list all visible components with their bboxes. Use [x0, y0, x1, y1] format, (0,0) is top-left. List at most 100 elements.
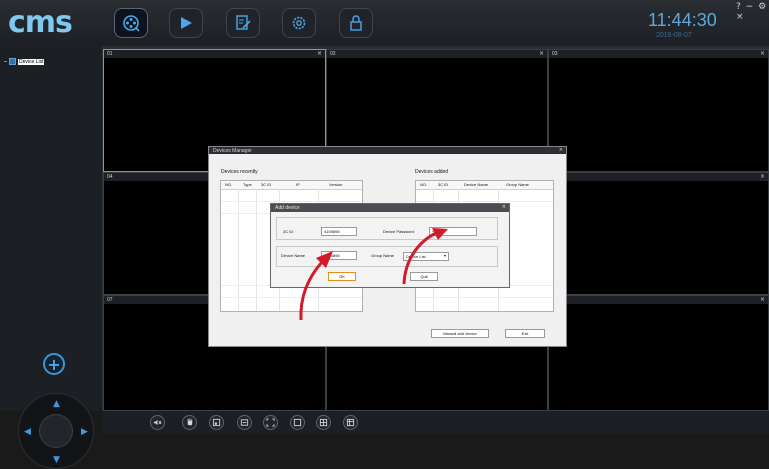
snapshot-icon [212, 418, 221, 427]
cell-number: 02 [330, 51, 336, 57]
table-header: NO. Type 3C ID IP Version [221, 181, 362, 190]
hand-icon [187, 418, 193, 426]
dialog-title-bar: Add device × [271, 204, 509, 212]
camera-reel-icon [123, 15, 140, 32]
record-button[interactable] [237, 415, 252, 430]
group-select-value: Device List [406, 254, 426, 259]
mute-button[interactable] [150, 415, 165, 430]
single-view-icon [293, 418, 302, 427]
cell-header: 01 × [104, 50, 325, 58]
close-icon[interactable]: × [760, 50, 765, 57]
clock-time: 11:44:30 [648, 10, 717, 30]
password-input[interactable]: **** [429, 227, 477, 236]
playback-button[interactable] [169, 8, 203, 38]
video-cell[interactable]: 03 × [548, 49, 769, 172]
settings-button[interactable] [282, 8, 316, 38]
layout-9-button[interactable] [343, 415, 358, 430]
added-devices-label: Devices added [415, 169, 449, 175]
video-cell[interactable]: × [548, 295, 769, 411]
column-header: Group Name [506, 182, 529, 187]
cell-header: 02 × [327, 50, 547, 58]
snapshot-button[interactable] [209, 415, 224, 430]
row-divider [416, 297, 553, 298]
column-header: NO. [420, 182, 428, 187]
add-device-button[interactable]: + [43, 353, 65, 375]
lock-icon [350, 15, 362, 31]
close-icon[interactable]: × [317, 50, 322, 57]
column-header: Type [243, 182, 252, 187]
play-icon [181, 17, 192, 29]
ptz-left-icon[interactable]: ◀ [24, 427, 31, 437]
close-icon[interactable]: × [760, 296, 765, 303]
window-controls: ? − ⚙ × [736, 2, 769, 22]
column-header: 3C ID [261, 182, 272, 187]
id-input[interactable]: 4105898 [321, 227, 357, 236]
ptz-center[interactable] [39, 414, 73, 448]
close-icon[interactable]: × [502, 204, 506, 210]
row-divider [416, 201, 553, 202]
cell-header: × [549, 173, 768, 181]
recent-devices-label: Devices recently [221, 169, 258, 175]
dialog-title-bar: Devices Manager × [209, 147, 566, 154]
app-logo: cms [8, 5, 73, 40]
close-icon[interactable]: × [736, 12, 744, 22]
column-header: Version [329, 182, 343, 187]
exit-button[interactable]: Exit [505, 329, 545, 338]
close-icon[interactable]: × [539, 50, 544, 57]
cell-number: 03 [552, 51, 558, 57]
video-cell[interactable]: × [548, 172, 769, 295]
close-icon[interactable]: × [559, 147, 563, 153]
ptz-right-icon[interactable]: ▶ [81, 427, 88, 437]
tree-connector [4, 61, 7, 62]
ptz-down-icon[interactable]: ▼ [53, 455, 60, 465]
column-header: Device Name [464, 182, 489, 187]
log-button[interactable] [226, 8, 260, 38]
cell-header: 03 × [549, 50, 768, 58]
name-label: Device Name [281, 253, 306, 258]
add-device-dialog: Add device × 3C ID 4105898 Device Passwo… [270, 203, 510, 288]
close-icon[interactable]: × [760, 173, 765, 180]
ptz-up-icon[interactable]: ▲ [53, 399, 60, 409]
table-header: NO. 3C ID Device Name Group Name [416, 181, 553, 190]
mute-icon [153, 419, 162, 426]
layout-1-button[interactable] [290, 415, 305, 430]
edit-log-icon [236, 15, 251, 30]
row-divider [221, 297, 362, 298]
column-header: IP [296, 182, 300, 187]
hand-button[interactable] [182, 415, 197, 430]
manual-add-device-button[interactable]: Manual add device [431, 329, 489, 338]
chevron-down-icon: ▾ [443, 253, 446, 258]
settings-icon[interactable]: ⚙ [758, 2, 766, 12]
quad-view-icon [319, 418, 328, 427]
dialog-title: Devices Manager [213, 148, 252, 154]
folder-icon [9, 58, 16, 65]
cell-number: 01 [107, 51, 113, 57]
cell-number: 04 [107, 174, 113, 180]
lock-button[interactable] [339, 8, 373, 38]
fullscreen-icon [266, 418, 275, 427]
bottom-toolbar [103, 411, 769, 433]
nine-view-icon [346, 418, 355, 427]
clock-date: 2016-08-07 [656, 32, 692, 39]
row-divider [221, 201, 362, 202]
cell-header: × [549, 296, 768, 304]
dialog-title: Add device [275, 205, 300, 211]
gear-icon [292, 16, 306, 30]
device-tree-root[interactable]: Device List [4, 58, 45, 65]
name-input[interactable]: 4105898 [321, 251, 357, 260]
fullscreen-button[interactable] [263, 415, 278, 430]
cell-number: 07 [107, 297, 113, 303]
quit-button[interactable]: Quit [410, 272, 438, 281]
column-divider [256, 189, 257, 311]
ok-button[interactable]: OK [328, 272, 356, 281]
top-bar: cms 11:44:30 2016-08-07 ? − ⚙ × [0, 0, 769, 46]
help-icon[interactable]: ? [736, 2, 741, 12]
sidebar: Device List + ▲ ▼ ◀ ▶ [0, 46, 103, 469]
minimize-icon[interactable]: − [746, 2, 754, 12]
column-header: 3C ID [438, 182, 449, 187]
id-label: 3C ID [283, 229, 294, 234]
record-icon [240, 419, 249, 426]
live-view-button[interactable] [114, 8, 148, 38]
layout-4-button[interactable] [316, 415, 331, 430]
group-select[interactable]: Device List ▾ [403, 252, 449, 261]
